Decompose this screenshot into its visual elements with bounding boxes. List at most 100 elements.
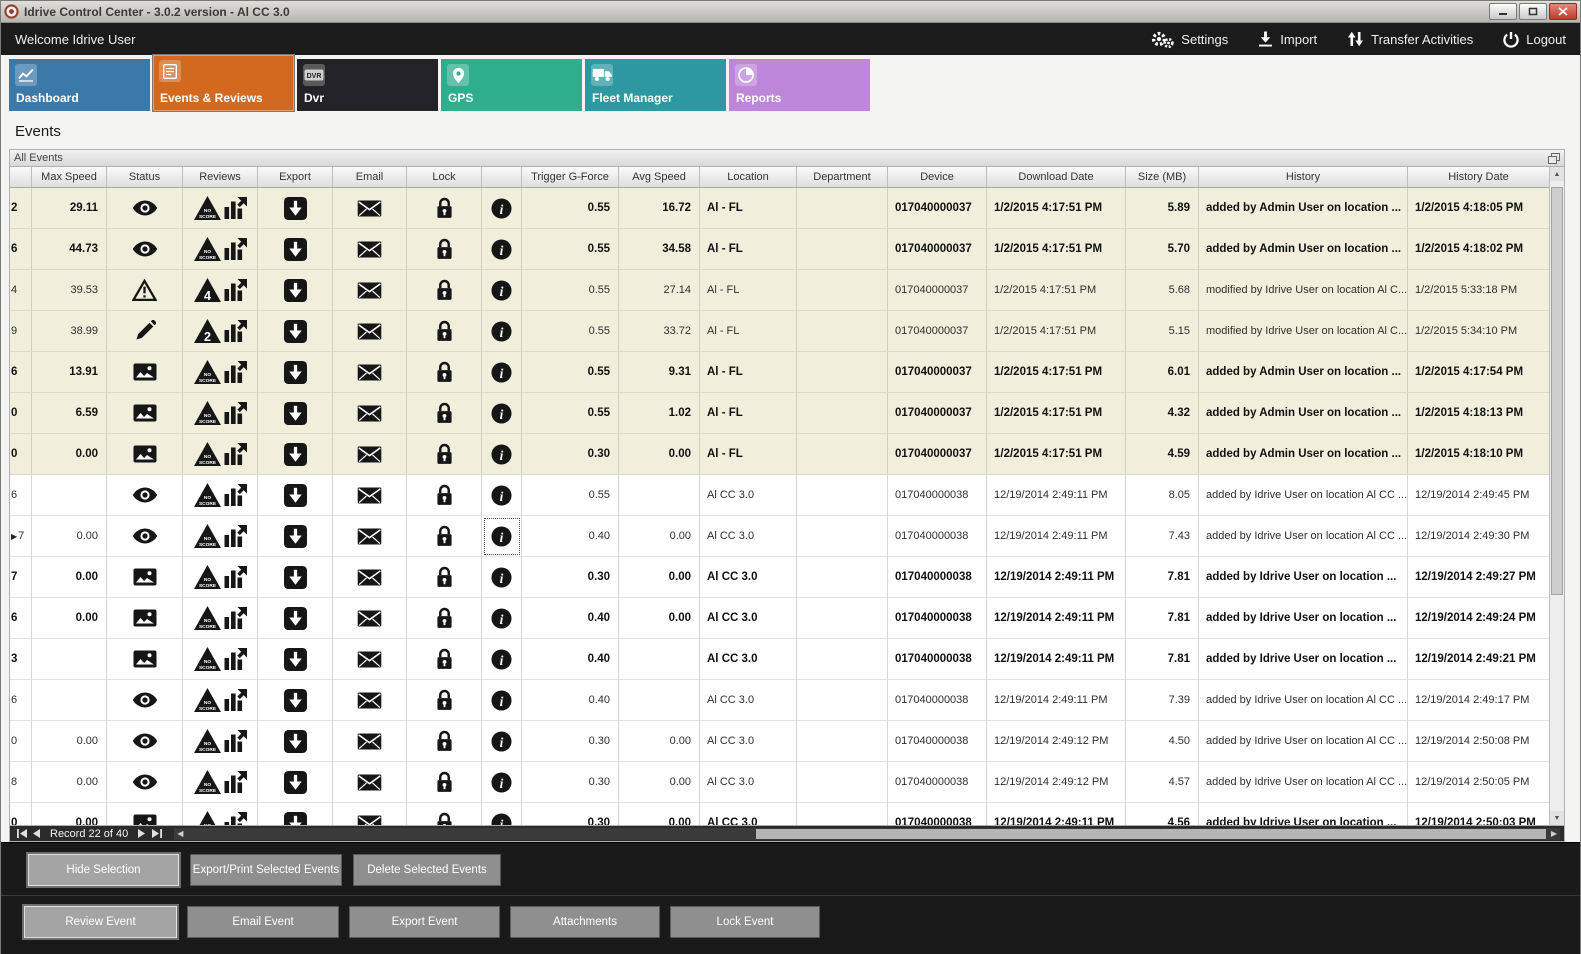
scroll-down-arrow[interactable]: ▼ [1550, 811, 1564, 825]
maximize-button[interactable] [1519, 3, 1547, 20]
review-analytics-icon[interactable] [223, 319, 248, 343]
horizontal-scrollbar[interactable]: ◀ ▶ [174, 828, 1560, 840]
scroll-up-arrow[interactable]: ▲ [1550, 167, 1564, 181]
lock-event-button[interactable]: Lock Event [670, 906, 820, 938]
column-header-reviews[interactable]: Reviews [183, 167, 258, 187]
review-analytics-icon[interactable] [223, 196, 248, 220]
email-icon[interactable] [357, 446, 382, 463]
info-icon[interactable]: i [491, 526, 512, 547]
attachments-button[interactable]: Attachments [510, 906, 660, 938]
email-icon[interactable] [357, 528, 382, 545]
table-row[interactable]: 439.534i0.5527.14Al - FL0170400000371/2/… [10, 270, 1549, 311]
tab-events-and-reviews[interactable]: Events & Reviews [153, 55, 294, 111]
review-analytics-icon[interactable] [223, 483, 248, 507]
table-row[interactable]: 06.59NOSCOREi0.551.02Al - FL017040000037… [10, 393, 1549, 434]
review-analytics-icon[interactable] [223, 647, 248, 671]
review-analytics-icon[interactable] [223, 811, 248, 825]
email-icon[interactable] [357, 487, 382, 504]
export-icon[interactable] [284, 812, 307, 826]
delete-selected-events-button[interactable]: Delete Selected Events [353, 854, 501, 886]
lock-icon[interactable] [436, 525, 453, 547]
export-icon[interactable] [284, 566, 307, 589]
table-row[interactable]: 613.91NOSCOREi0.559.31Al - FL01704000003… [10, 352, 1549, 393]
lock-icon[interactable] [436, 771, 453, 793]
first-record-button[interactable] [14, 827, 29, 840]
tab-dvr[interactable]: DVR Dvr [297, 59, 438, 111]
email-icon[interactable] [357, 323, 382, 340]
transfer-activities-button[interactable]: Transfer Activities [1347, 31, 1473, 47]
review-analytics-icon[interactable] [223, 565, 248, 589]
export-icon[interactable] [284, 361, 307, 384]
table-row[interactable]: 644.73NOSCOREi0.5534.58Al - FL0170400000… [10, 229, 1549, 270]
email-event-button[interactable]: Email Event [187, 906, 339, 938]
email-icon[interactable] [357, 610, 382, 627]
export-icon[interactable] [284, 402, 307, 425]
maximize-panel-icon[interactable] [1548, 153, 1560, 164]
column-header-size-mb[interactable]: Size (MB) [1126, 167, 1199, 187]
review-analytics-icon[interactable] [223, 688, 248, 712]
info-icon[interactable]: i [491, 690, 512, 711]
vertical-scrollbar[interactable]: ▲ ▼ [1549, 167, 1564, 825]
lock-icon[interactable] [436, 730, 453, 752]
export-icon[interactable] [284, 689, 307, 712]
email-icon[interactable] [357, 569, 382, 586]
table-row[interactable]: 00.00NOSCOREi0.300.00Al CC 3.00170400000… [10, 803, 1549, 825]
column-header-location[interactable]: Location [700, 167, 797, 187]
lock-icon[interactable] [436, 279, 453, 301]
review-analytics-icon[interactable] [223, 524, 248, 548]
column-header-department[interactable]: Department [797, 167, 888, 187]
column-header-trigger-g-force[interactable]: Trigger G-Force [522, 167, 619, 187]
export-icon[interactable] [284, 484, 307, 507]
lock-icon[interactable] [436, 320, 453, 342]
export-icon[interactable] [284, 279, 307, 302]
table-row[interactable]: 80.00NOSCOREi0.300.00Al CC 3.00170400000… [10, 762, 1549, 803]
horizontal-scrollbar-thumb[interactable] [756, 829, 1546, 839]
table-row[interactable]: 70.00NOSCOREi0.300.00Al CC 3.00170400000… [10, 557, 1549, 598]
export-icon[interactable] [284, 197, 307, 220]
last-record-button[interactable] [149, 827, 164, 840]
lock-icon[interactable] [436, 402, 453, 424]
table-row[interactable]: 3NOSCOREi0.40Al CC 3.001704000003812/19/… [10, 639, 1549, 680]
column-header-lock[interactable]: Lock [407, 167, 482, 187]
export-icon[interactable] [284, 238, 307, 261]
export-icon[interactable] [284, 648, 307, 671]
email-icon[interactable] [357, 282, 382, 299]
lock-icon[interactable] [436, 607, 453, 629]
email-icon[interactable] [357, 405, 382, 422]
column-header-email[interactable]: Email [333, 167, 407, 187]
scroll-right-arrow[interactable]: ▶ [1548, 828, 1560, 840]
review-analytics-icon[interactable] [223, 606, 248, 630]
import-button[interactable]: Import [1258, 31, 1317, 47]
lock-icon[interactable] [436, 689, 453, 711]
review-analytics-icon[interactable] [223, 237, 248, 261]
export-icon[interactable] [284, 730, 307, 753]
export-icon[interactable] [284, 771, 307, 794]
review-event-button[interactable]: Review Event [24, 906, 177, 938]
export-icon[interactable] [284, 443, 307, 466]
prev-record-button[interactable] [29, 827, 44, 840]
column-header-device[interactable]: Device [888, 167, 987, 187]
review-analytics-icon[interactable] [223, 770, 248, 794]
table-row[interactable]: 00.00NOSCOREi0.300.00Al - FL017040000037… [10, 434, 1549, 475]
table-row[interactable]: 6NOSCOREi0.55Al CC 3.001704000003812/19/… [10, 475, 1549, 516]
column-header-info[interactable] [482, 167, 522, 187]
email-icon[interactable] [357, 200, 382, 217]
column-header-export[interactable]: Export [258, 167, 333, 187]
review-analytics-icon[interactable] [223, 278, 248, 302]
lock-icon[interactable] [436, 812, 453, 825]
export-icon[interactable] [284, 525, 307, 548]
close-button[interactable] [1549, 3, 1577, 20]
info-icon[interactable]: i [491, 649, 512, 670]
email-icon[interactable] [357, 364, 382, 381]
settings-button[interactable]: Settings [1150, 30, 1228, 49]
email-icon[interactable] [357, 692, 382, 709]
table-row[interactable]: 60.00NOSCOREi0.400.00Al CC 3.00170400000… [10, 598, 1549, 639]
lock-icon[interactable] [436, 648, 453, 670]
table-row[interactable]: ▶70.00NOSCOREi0.400.00Al CC 3.0017040000… [10, 516, 1549, 557]
lock-icon[interactable] [436, 238, 453, 260]
info-icon[interactable]: i [491, 813, 512, 826]
table-row[interactable]: 00.00NOSCOREi0.300.00Al CC 3.00170400000… [10, 721, 1549, 762]
table-row[interactable]: 6NOSCOREi0.40Al CC 3.001704000003812/19/… [10, 680, 1549, 721]
lock-icon[interactable] [436, 484, 453, 506]
column-header-history[interactable]: History [1199, 167, 1408, 187]
